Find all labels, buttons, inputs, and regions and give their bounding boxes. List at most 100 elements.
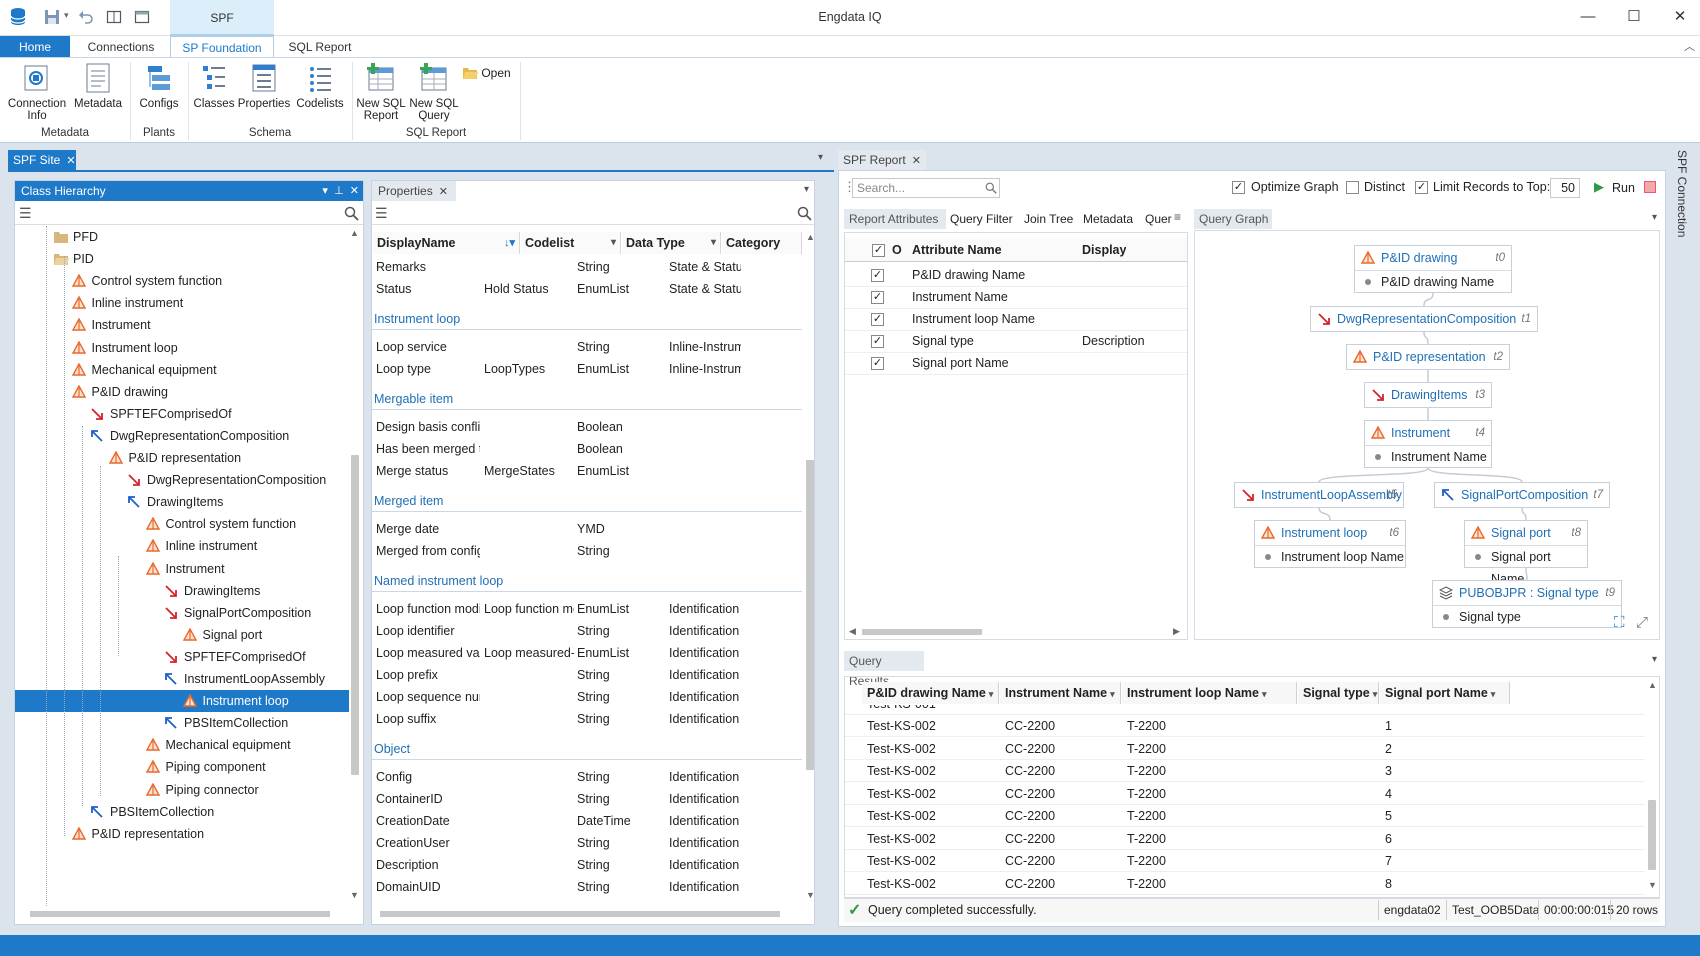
results-column-header[interactable]: Instrument loop Name ▾ xyxy=(1122,682,1297,704)
overflow-menu-icon[interactable]: ≡ xyxy=(1174,210,1181,224)
dropdown-icon[interactable]: ▾ xyxy=(322,185,328,197)
tab-home[interactable]: Home xyxy=(0,36,70,58)
filter-icon[interactable]: ▾ xyxy=(611,232,616,254)
close-button[interactable]: ✕ xyxy=(1658,4,1700,30)
spf-connection-side-tab[interactable]: SPF Connection xyxy=(1672,150,1692,290)
properties-dropdown-icon[interactable]: ▾ xyxy=(804,184,809,195)
graph-dropdown-icon[interactable]: ▾ xyxy=(1652,212,1657,223)
maximize-button[interactable]: ☐ xyxy=(1612,4,1656,30)
col-category[interactable]: Category xyxy=(722,232,802,254)
tab-query-filter[interactable]: Query Filter xyxy=(950,209,1013,229)
tree-item[interactable]: PBSItemCollection xyxy=(15,712,349,734)
col-o[interactable]: O xyxy=(892,243,902,257)
metadata-button[interactable]: Metadata xyxy=(72,62,124,110)
tab-spf-report[interactable]: SPF Report ✕ xyxy=(838,150,926,170)
stop-button[interactable] xyxy=(1644,181,1656,193)
tree-item[interactable]: Instrument loop xyxy=(15,337,349,359)
attribute-checkbox[interactable]: ✓ xyxy=(871,291,884,304)
new-sql-report-button[interactable]: New SQL Report xyxy=(356,62,406,122)
tree-item[interactable]: DrawingItems xyxy=(15,491,349,513)
tree-item[interactable]: DrawingItems xyxy=(15,580,349,602)
graph-node[interactable]: P&ID representation t2 xyxy=(1346,344,1510,370)
tab-connections[interactable]: Connections xyxy=(72,36,170,58)
open-button[interactable]: Open xyxy=(462,64,511,82)
scroll-down-icon[interactable]: ▼ xyxy=(1648,880,1657,890)
property-section-header[interactable]: Mergable item xyxy=(372,388,802,410)
graph-node[interactable]: InstrumentLoopAssembly t5 xyxy=(1234,482,1404,508)
attribute-row[interactable]: ✓ Instrument Name xyxy=(845,287,1187,309)
graph-node[interactable]: DrawingItems t3 xyxy=(1364,382,1492,408)
property-section-header[interactable]: Instrument loop xyxy=(372,308,802,330)
attribute-checkbox[interactable]: ✓ xyxy=(871,335,884,348)
optimize-graph-checkbox[interactable]: ✓ xyxy=(1232,181,1245,194)
filter-icon[interactable]: ▾ xyxy=(1373,689,1378,699)
tree-item[interactable]: Control system function xyxy=(15,270,349,292)
tab-sp-foundation[interactable]: SP Foundation xyxy=(170,36,274,59)
sort-icon[interactable]: ↓▾ xyxy=(504,232,515,254)
limit-records-input[interactable]: 50 xyxy=(1550,178,1580,198)
scroll-down-icon[interactable]: ▼ xyxy=(806,890,815,900)
configs-button[interactable]: Configs xyxy=(134,62,184,110)
scroll-up-icon[interactable]: ▲ xyxy=(806,232,815,242)
tree-item[interactable]: SignalPortComposition xyxy=(15,602,349,624)
scroll-left-icon[interactable]: ◀ xyxy=(849,626,856,637)
tree-item[interactable]: Signal port xyxy=(15,624,349,646)
scroll-right-icon[interactable]: ▶ xyxy=(1173,626,1180,637)
tree-item[interactable]: SPFTEFComprisedOf xyxy=(15,646,349,668)
col-codelist[interactable]: Codelist ▾ xyxy=(521,232,621,254)
search-icon[interactable] xyxy=(797,206,812,221)
col-attribute-name[interactable]: Attribute Name xyxy=(912,243,1002,257)
attribute-checkbox[interactable]: ✓ xyxy=(871,357,884,370)
site-dropdown-icon[interactable]: ▾ xyxy=(818,152,823,163)
col-displayname[interactable]: DisplayName ↓▾ xyxy=(373,232,520,254)
properties-scrollbar[interactable] xyxy=(806,460,814,770)
graph-node[interactable]: SignalPortComposition t7 xyxy=(1434,482,1610,508)
attribute-row[interactable]: ✓ Signal port Name xyxy=(845,353,1187,375)
close-icon[interactable]: ✕ xyxy=(350,185,359,197)
col-data-type[interactable]: Data Type ▾ xyxy=(622,232,721,254)
results-column-header[interactable]: Instrument Name ▾ xyxy=(1000,682,1121,704)
col-display[interactable]: Display xyxy=(1082,243,1126,257)
menu-icon[interactable]: ☰ xyxy=(19,205,32,222)
scroll-up-icon[interactable]: ▲ xyxy=(1648,680,1657,690)
tree-item[interactable]: PFD xyxy=(15,226,349,248)
tree-scrollbar[interactable] xyxy=(351,455,359,775)
graph-node[interactable]: Signal port t8 Signal port Name xyxy=(1464,520,1588,586)
filter-icon[interactable]: ▾ xyxy=(1491,689,1496,699)
pin-icon[interactable]: ⊥ xyxy=(334,185,344,197)
tree-item[interactable]: PBSItemCollection xyxy=(15,801,349,823)
graph-node[interactable]: DwgRepresentationComposition t1 xyxy=(1310,306,1538,332)
limit-records-checkbox[interactable]: ✓ xyxy=(1415,181,1428,194)
attribute-row[interactable]: ✓ Signal type Description xyxy=(845,331,1187,353)
filter-icon[interactable]: ▾ xyxy=(989,689,994,699)
filter-icon[interactable]: ▾ xyxy=(1110,689,1115,699)
collapse-ribbon-icon[interactable]: ︿ xyxy=(1684,38,1695,54)
tab-metadata[interactable]: Metadata xyxy=(1083,209,1133,229)
tab-query[interactable]: Quer xyxy=(1145,209,1172,229)
property-section-header[interactable]: Named instrument loop xyxy=(372,570,802,592)
results-dropdown-icon[interactable]: ▾ xyxy=(1652,654,1657,665)
tree-item[interactable]: Inline instrument xyxy=(15,292,349,314)
tree-item[interactable]: P&ID drawing xyxy=(15,381,349,403)
tree-item[interactable]: P&ID representation xyxy=(15,447,349,469)
close-tab-icon[interactable]: ✕ xyxy=(912,155,921,167)
attributes-hscrollbar[interactable] xyxy=(862,629,982,635)
tree-item[interactable]: SPFTEFComprisedOf xyxy=(15,403,349,425)
results-column-header[interactable]: P&ID drawing Name ▾ xyxy=(862,682,999,704)
tab-spf-site[interactable]: SPF Site ✕ xyxy=(8,150,76,170)
tree-item[interactable]: InstrumentLoopAssembly xyxy=(15,668,349,690)
tree-item[interactable]: Mechanical equipment xyxy=(15,734,349,756)
graph-node[interactable]: Instrument loop t6 Instrument loop Name xyxy=(1254,520,1406,568)
tree-hscrollbar[interactable] xyxy=(30,911,330,917)
menu-icon[interactable]: ☰ xyxy=(375,205,388,222)
properties-button[interactable]: Properties xyxy=(236,62,292,110)
tree-item[interactable]: Piping component xyxy=(15,756,349,778)
properties-hscrollbar[interactable] xyxy=(380,911,780,917)
close-icon[interactable]: ✕ xyxy=(439,186,448,198)
tree-item[interactable]: DwgRepresentationComposition xyxy=(15,469,349,491)
property-section-header[interactable]: Object xyxy=(372,738,802,760)
tree-item[interactable]: Control system function xyxy=(15,513,349,535)
attribute-row[interactable]: ✓ Instrument loop Name xyxy=(845,309,1187,331)
tab-join-tree[interactable]: Join Tree xyxy=(1024,209,1073,229)
run-icon[interactable]: ▶ xyxy=(1594,179,1604,195)
